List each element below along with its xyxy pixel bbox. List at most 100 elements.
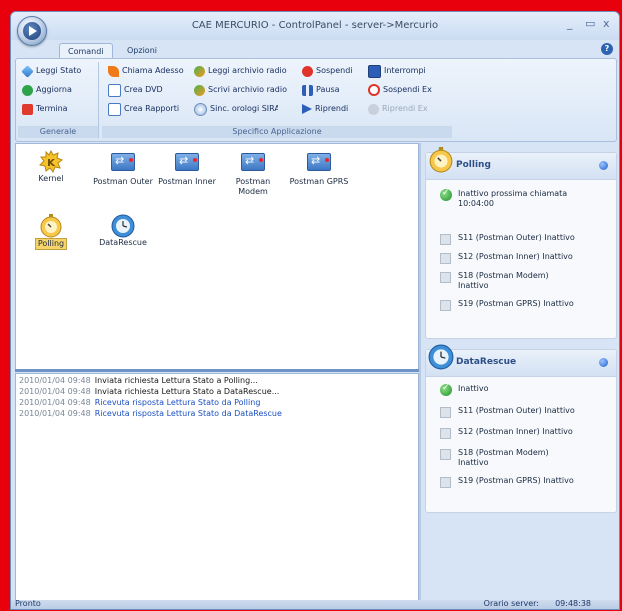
stop-icon <box>302 65 313 77</box>
process-postman-inner[interactable]: Postman Inner <box>156 150 218 187</box>
postman-icon <box>111 153 135 171</box>
log-row: 2010/01/04 09:48 Ricevuta risposta Lettur… <box>19 409 282 418</box>
process-kernel[interactable]: K Kernel <box>20 149 82 184</box>
svg-text:K: K <box>47 158 56 169</box>
group-generale: Leggi Stato Aggiorna Termina Generale <box>18 62 99 138</box>
pausa-button[interactable]: Pausa <box>302 83 340 97</box>
crea-dvd-button[interactable]: Crea DVD <box>108 83 163 97</box>
log-time: 2010/01/04 09:48 <box>19 376 91 385</box>
help-icon[interactable]: ? <box>601 43 613 55</box>
aggiorna-button[interactable]: Aggiorna <box>22 83 72 97</box>
group-label-specifico: Specifico Applicazione <box>102 126 452 138</box>
checkbox[interactable] <box>440 300 451 311</box>
group-specifico-applicazione: Chiama Adesso Crea DVD Crea Rapporti Leg… <box>102 62 452 138</box>
diamond-icon <box>21 64 34 78</box>
check-icon <box>440 383 452 396</box>
leggi-archivio-radio-button[interactable]: Leggi archivio radio <box>194 64 287 78</box>
checkbox[interactable] <box>440 477 451 488</box>
datarescue-panel: DataRescue Inattivo S11 (Postman Outer) … <box>425 344 617 513</box>
postman-icon <box>307 153 331 171</box>
polling-item-label: S11 (Postman Outer) Inattivo <box>458 233 575 242</box>
datarescue-panel-title: DataRescue <box>456 357 517 367</box>
log-time: 2010/01/04 09:48 <box>19 398 91 407</box>
checkbox[interactable] <box>440 428 451 439</box>
scrivi-archivio-radio-button[interactable]: Scrivi archivio radio <box>194 83 287 97</box>
forbidden-icon <box>368 84 380 96</box>
datarescue-item-label: S11 (Postman Outer) Inattivo <box>458 406 575 415</box>
datarescue-panel-header: DataRescue <box>426 344 616 377</box>
polling-item-label: S19 (Postman GPRS) Inattivo <box>458 299 574 308</box>
play-icon <box>23 22 41 40</box>
sospendi-button[interactable]: Sospendi <box>302 64 353 78</box>
process-postman-modem[interactable]: Postman Modem <box>222 150 284 197</box>
stopwatch-icon <box>39 214 63 238</box>
datarescue-status-text: Inattivo <box>458 384 489 393</box>
sospendi-ex-label: Sospendi Ex <box>383 85 432 94</box>
tab-comandi[interactable]: Comandi <box>59 43 113 59</box>
process-datarescue[interactable]: DataRescue <box>92 214 154 248</box>
lifebuoy-clock-icon <box>428 344 454 370</box>
riprendi-ex-button[interactable]: Riprendi Ex <box>368 102 428 116</box>
log-time: 2010/01/04 09:48 <box>19 387 91 396</box>
ribbon: Leggi Stato Aggiorna Termina Generale Ch… <box>15 58 617 142</box>
log-message: Ricevuta risposta Lettura Stato da DataR… <box>94 409 282 418</box>
status-dot-icon <box>599 358 608 367</box>
interrompi-button[interactable]: Interrompi <box>368 64 426 78</box>
process-polling[interactable]: Polling <box>20 214 82 250</box>
check-icon <box>440 188 452 201</box>
log-row: 2010/01/04 09:48 Ricevuta risposta Lettur… <box>19 398 260 407</box>
crea-rapporti-label: Crea Rapporti <box>124 104 180 113</box>
riprendi-button[interactable]: Riprendi <box>302 102 348 116</box>
termina-button[interactable]: Termina <box>22 102 68 116</box>
polling-item-label: S18 (Postman Modem) Inattivo <box>458 271 549 290</box>
log-row: 2010/01/04 09:48 Inviata richiesta Lettur… <box>19 376 258 385</box>
crea-rapporti-button[interactable]: Crea Rapporti <box>108 102 179 116</box>
checkbox[interactable] <box>440 272 451 283</box>
status-bar: Pronto Orario server: 09:48:38 <box>11 599 619 609</box>
maximize-button[interactable]: ▭ <box>585 17 595 30</box>
log-time: 2010/01/04 09:48 <box>19 409 91 418</box>
checkbox[interactable] <box>440 407 451 418</box>
checkbox[interactable] <box>440 449 451 460</box>
status-dot-icon <box>599 161 608 170</box>
sospendi-label: Sospendi <box>316 66 353 75</box>
pause-icon <box>302 84 313 96</box>
process-icon-pane: K Kernel Postman Outer Postman Inner Pos… <box>15 143 419 371</box>
minimize-button[interactable]: _ <box>567 17 573 30</box>
riprendi-label: Riprendi <box>315 104 349 113</box>
polling-panel: Polling Inattivo prossima chiamata 10:04… <box>425 147 617 339</box>
process-postman-gprs[interactable]: Postman GPRS <box>288 150 350 187</box>
leggi-stato-button[interactable]: Leggi Stato <box>21 64 82 78</box>
close-button[interactable]: x <box>603 17 610 30</box>
refresh-icon <box>22 84 33 96</box>
postman-gprs-label: Postman GPRS <box>289 177 349 186</box>
sospendi-ex-button[interactable]: Sospendi Ex <box>368 83 432 97</box>
window-title: CAE MERCURIO - ControlPanel - server->Me… <box>191 20 439 31</box>
vertical-splitter[interactable] <box>419 143 421 600</box>
postman-icon <box>241 153 265 171</box>
datarescue-item-label: S12 (Postman Inner) Inattivo <box>458 427 573 436</box>
horizontal-splitter[interactable] <box>15 369 419 372</box>
log-message: Inviata richiesta Lettura Stato a Pollin… <box>94 376 258 385</box>
title-bar: CAE MERCURIO - ControlPanel - server->Me… <box>11 12 619 46</box>
phone-icon <box>108 65 119 77</box>
group-label-generale: Generale <box>18 126 98 138</box>
checkbox[interactable] <box>440 234 451 245</box>
crea-dvd-label: Crea DVD <box>124 85 163 94</box>
chiama-adesso-label: Chiama Adesso <box>122 66 184 75</box>
tab-opzioni[interactable]: Opzioni <box>119 43 165 58</box>
log-row: 2010/01/04 09:48 Inviata richiesta Lettur… <box>19 387 279 396</box>
process-postman-outer[interactable]: Postman Outer <box>92 150 154 187</box>
leggi-stato-label: Leggi Stato <box>36 66 82 75</box>
log-pane: 2010/01/04 09:48 Inviata richiesta Lettur… <box>15 373 419 602</box>
scrivi-archivio-radio-label: Scrivi archivio radio <box>208 85 287 94</box>
chiama-adesso-button[interactable]: Chiama Adesso <box>108 64 184 78</box>
datarescue-item-label: S19 (Postman GPRS) Inattivo <box>458 476 574 485</box>
app-orb-button[interactable] <box>17 16 47 46</box>
close-x-icon <box>22 103 33 115</box>
play-icon <box>302 104 312 114</box>
document-icon <box>108 83 121 97</box>
datarescue-item-label: S18 (Postman Modem) Inattivo <box>458 448 549 467</box>
sinc-orologi-button[interactable]: Sinc. orologi SIRA <box>194 102 278 116</box>
checkbox[interactable] <box>440 253 451 264</box>
